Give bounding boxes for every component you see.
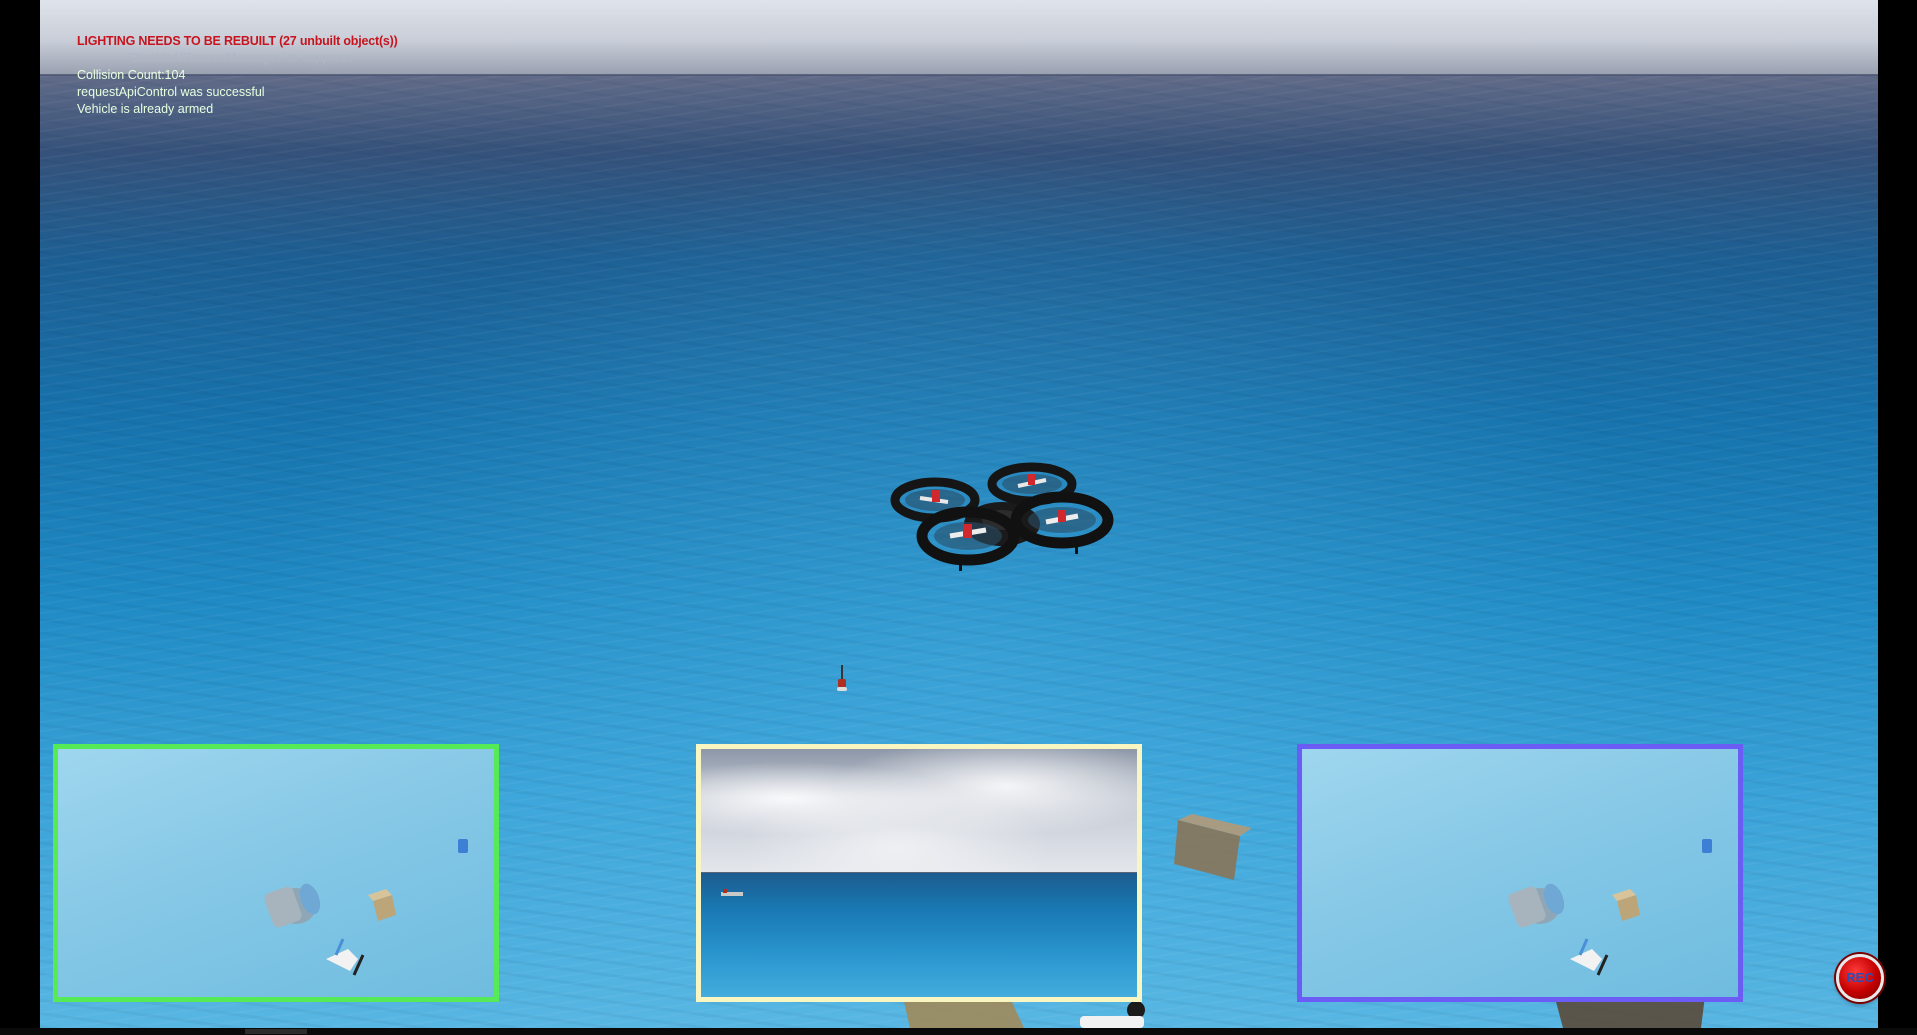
hud-message-warning: LIGHTING NEEDS TO BE REBUILT (27 unbuilt… — [77, 34, 398, 48]
hud-message-hint: 'DisableAllScreenMessages' to suppress — [128, 51, 354, 65]
hud-message-info: requestApiControl was successful — [77, 85, 265, 99]
record-button[interactable]: REC — [1836, 954, 1884, 1002]
bottom-bar-segment — [245, 1029, 307, 1034]
floating-crate-bottom — [904, 998, 1024, 1028]
subwindow-camera-3[interactable] — [1297, 744, 1743, 1002]
gull-object — [326, 938, 365, 976]
floating-crate-right — [1174, 814, 1252, 880]
barrel-object — [264, 883, 321, 928]
screen-messages: LIGHTING NEEDS TO BE REBUILT (27 unbuilt… — [77, 33, 398, 118]
barrel-object — [1508, 883, 1565, 928]
camera-1-scene — [264, 839, 468, 976]
bottom-status-bar — [0, 1028, 1917, 1035]
gull-object — [1570, 938, 1609, 976]
hud-message-info: Collision Count:104 — [77, 68, 186, 82]
crate-object — [368, 889, 396, 921]
camera-2-sky — [701, 749, 1137, 873]
quadcopter-drone — [890, 462, 1114, 571]
figure-bottom — [1080, 1001, 1145, 1028]
camera-2-sea — [701, 873, 1137, 997]
crate-object — [1612, 889, 1640, 921]
distant-boat-icon — [721, 889, 743, 896]
buoy-icon — [837, 665, 847, 691]
subwindow-camera-2[interactable] — [696, 744, 1142, 1002]
hud-message-info: Vehicle is already armed — [77, 102, 214, 116]
camera-3-scene — [1508, 839, 1712, 976]
subwindow-camera-1[interactable] — [53, 744, 499, 1002]
simulator-window: LIGHTING NEEDS TO BE REBUILT (27 unbuilt… — [0, 0, 1917, 1035]
